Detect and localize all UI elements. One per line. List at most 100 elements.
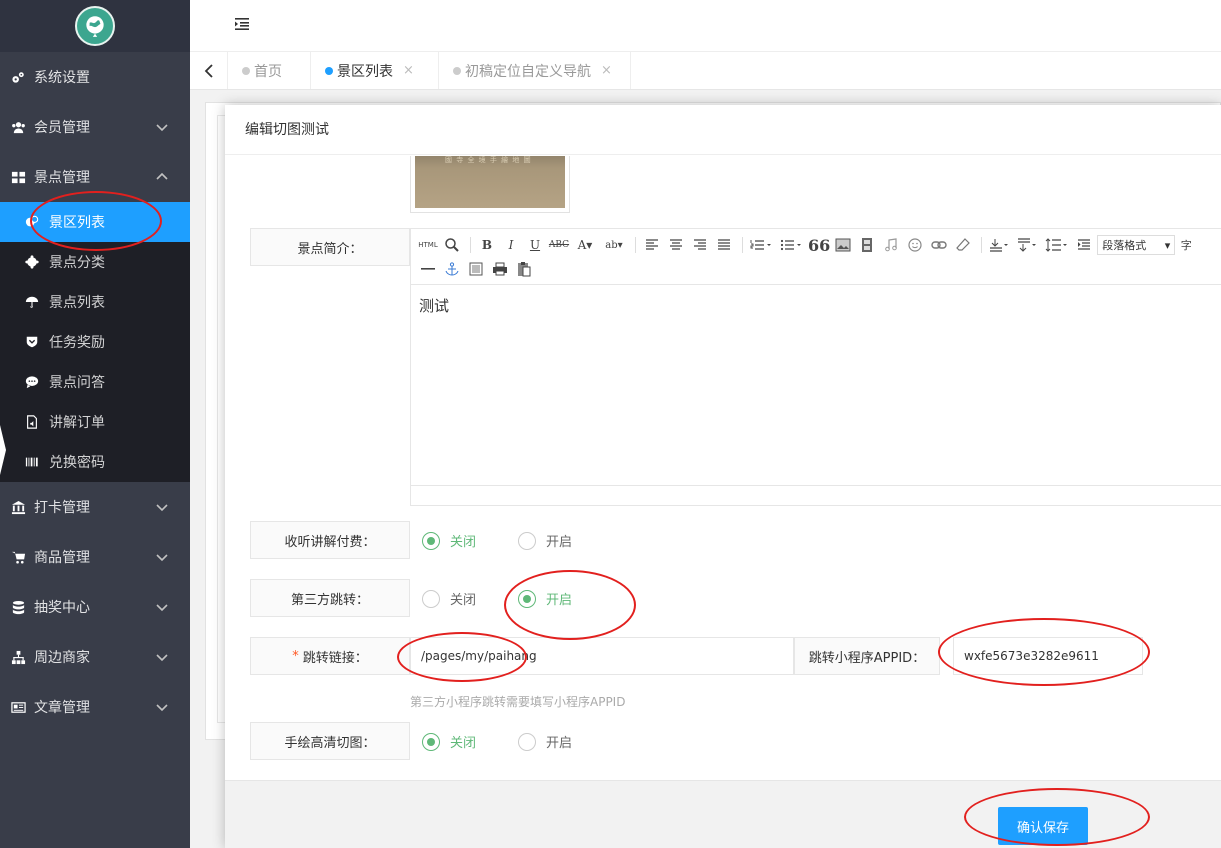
align-center-icon[interactable] <box>665 235 687 255</box>
map-icon <box>24 214 40 230</box>
sidebar-item-scenic[interactable]: 景点管理 <box>0 152 190 202</box>
umbrella-icon <box>24 294 40 310</box>
sidebar-item-lottery[interactable]: 抽奖中心 <box>0 582 190 632</box>
row-spacing-bottom-icon[interactable] <box>1015 235 1041 255</box>
bold-icon[interactable]: B <box>476 235 498 255</box>
paste-icon[interactable] <box>513 259 535 279</box>
paragraph-format-select[interactable]: 段落格式 ▾ <box>1097 235 1176 255</box>
sidebar-item-goods[interactable]: 商品管理 <box>0 532 190 582</box>
tab-label: 首页 <box>254 63 282 80</box>
font-family-select[interactable]: 字 <box>1175 235 1197 255</box>
hd-map-label: 手绘高清切图： <box>250 722 410 760</box>
anchor-icon[interactable] <box>441 259 463 279</box>
shield-icon <box>24 334 40 350</box>
sidebar-item-articles[interactable]: 文章管理 <box>0 682 190 732</box>
modal-title: 编辑切图测试 <box>225 105 1221 155</box>
chevron-up-icon <box>156 171 168 183</box>
modal-footer: 确认保存 <box>225 780 1221 848</box>
paragraph-format-value: 段落格式 <box>1102 239 1147 252</box>
radio-circle <box>422 732 440 751</box>
chevron-down-icon <box>156 551 168 563</box>
preview-icon[interactable] <box>441 235 463 255</box>
third-party-radio-group: 关闭 开启 <box>422 589 614 608</box>
align-right-icon[interactable] <box>689 235 711 255</box>
listen-fee-off-radio[interactable]: 关闭 <box>422 531 476 550</box>
sidebar-item-system[interactable]: 系统设置 <box>0 52 190 102</box>
radio-circle <box>422 531 440 550</box>
hd-map-off-radio[interactable]: 关闭 <box>422 732 476 751</box>
listen-fee-label: 收听讲解付费： <box>250 521 410 559</box>
sidebar-subitem-scenic-list[interactable]: 景区列表 <box>0 202 190 242</box>
close-icon[interactable]: × <box>403 63 414 78</box>
tab-scenic-list[interactable]: 景区列表 × <box>311 52 439 89</box>
sidebar-subitem-rewards[interactable]: 任务奖励 <box>0 322 190 362</box>
jump-link-input[interactable]: /pages/my/paihang <box>410 637 794 675</box>
html-source-button[interactable]: HTML <box>417 235 439 255</box>
barcode-icon <box>24 454 40 470</box>
third-party-off-radio[interactable]: 关闭 <box>422 589 476 608</box>
radio-label: 关闭 <box>450 736 477 751</box>
third-party-on-radio[interactable]: 开启 <box>518 589 572 608</box>
emoji-icon[interactable] <box>904 235 926 255</box>
ordered-list-icon[interactable] <box>748 235 776 255</box>
music-icon[interactable] <box>880 235 902 255</box>
eraser-icon[interactable] <box>952 235 974 255</box>
menu-toggle-icon[interactable] <box>234 16 250 32</box>
sidebar-item-label: 文章管理 <box>34 700 90 716</box>
underline-icon[interactable]: U <box>524 235 546 255</box>
sidebar-subitem-label: 景区列表 <box>49 215 105 231</box>
sidebar-subitem-qa[interactable]: 景点问答 <box>0 362 190 402</box>
toolbar-separator <box>635 237 636 253</box>
italic-icon[interactable]: I <box>500 235 522 255</box>
appid-input[interactable]: wxfe5673e3282e9611 <box>953 637 1143 675</box>
sidebar-item-label: 打卡管理 <box>34 500 90 516</box>
sidebar-subitem-label: 任务奖励 <box>49 335 105 351</box>
print-icon[interactable] <box>489 259 511 279</box>
editor-content[interactable]: 测试 <box>411 285 1221 485</box>
map-thumbnail[interactable]: 國 寺 全 境 手 繪 地 圖 <box>410 156 570 213</box>
radio-label: 关闭 <box>450 593 477 608</box>
sidebar-item-members[interactable]: 会员管理 <box>0 102 190 152</box>
logo[interactable] <box>75 6 115 46</box>
sidebar-item-checkin[interactable]: 打卡管理 <box>0 482 190 532</box>
gears-icon <box>10 69 26 85</box>
image-icon[interactable] <box>832 235 854 255</box>
confirm-save-button[interactable]: 确认保存 <box>998 807 1089 845</box>
sidebar-subitem-orders[interactable]: 讲解订单 <box>0 402 190 442</box>
hd-map-on-radio[interactable]: 开启 <box>518 732 572 751</box>
unordered-list-icon[interactable] <box>778 235 806 255</box>
sidebar-subitem-label: 景点问答 <box>49 375 105 391</box>
users-icon <box>10 119 26 135</box>
align-left-icon[interactable] <box>641 235 663 255</box>
tab-custom-nav[interactable]: 初稿定位自定义导航 × <box>439 52 631 89</box>
strikethrough-icon[interactable]: ABC <box>548 235 570 255</box>
indent-icon[interactable] <box>1073 235 1095 255</box>
video-icon[interactable] <box>856 235 878 255</box>
jump-link-label: * 跳转链接： <box>250 637 410 675</box>
horizontal-rule-icon[interactable] <box>417 259 439 279</box>
row-spacing-top-icon[interactable] <box>987 235 1013 255</box>
close-icon[interactable]: × <box>601 63 612 78</box>
sidebar-item-label: 系统设置 <box>34 70 90 86</box>
listen-fee-on-radio[interactable]: 开启 <box>518 531 572 550</box>
required-marker: * <box>292 648 299 664</box>
insert-frame-icon[interactable] <box>465 259 487 279</box>
sitemap-icon <box>10 649 26 665</box>
chat-icon <box>24 374 40 390</box>
tabs-prev-button[interactable] <box>190 52 228 89</box>
font-color-icon[interactable]: A▾ <box>572 235 598 255</box>
sidebar-subitem-redeem[interactable]: 兑换密码 <box>0 442 190 482</box>
sidebar-item-merchants[interactable]: 周边商家 <box>0 632 190 682</box>
chevron-down-icon <box>156 601 168 613</box>
link-icon[interactable] <box>928 235 950 255</box>
sidebar-collapse-handle[interactable] <box>0 425 6 475</box>
sidebar-subitem-spot-list[interactable]: 景点列表 <box>0 282 190 322</box>
align-justify-icon[interactable] <box>713 235 735 255</box>
highlight-icon[interactable]: ab▾ <box>600 235 628 255</box>
appid-label: 跳转小程序APPID： <box>794 637 940 675</box>
line-height-icon[interactable] <box>1043 235 1071 255</box>
sidebar-subitem-category[interactable]: 景点分类 <box>0 242 190 282</box>
blockquote-icon[interactable]: 66 <box>808 235 830 255</box>
tab-home[interactable]: 首页 <box>228 52 311 89</box>
editor-toolbar-row-1: HTML B I U ABC A▾ ab▾ 66 段落格式 ▾ 字 <box>417 233 1221 257</box>
